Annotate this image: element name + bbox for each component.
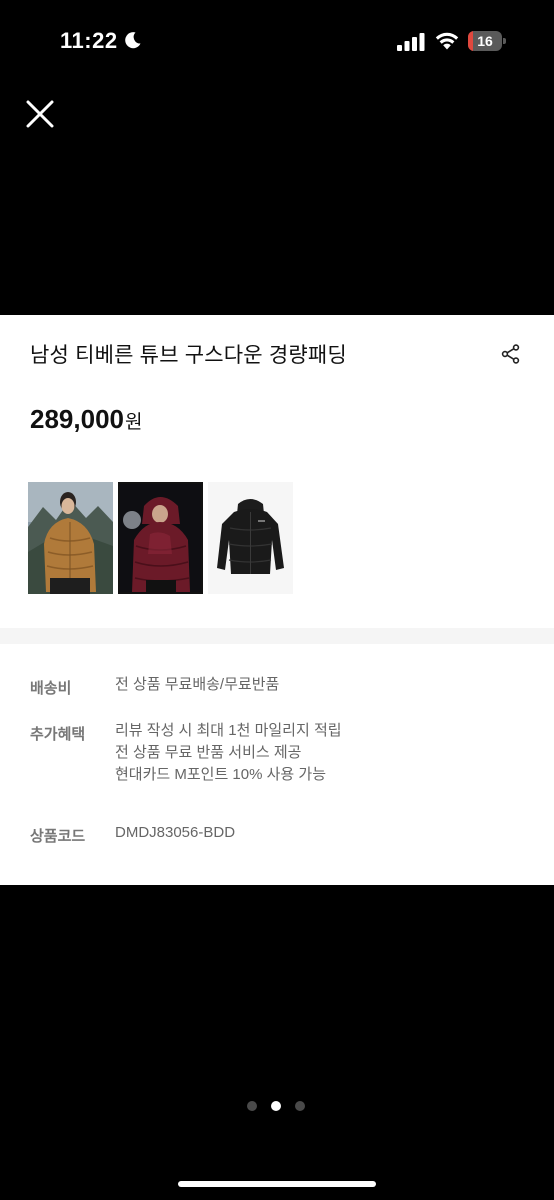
pager-dot[interactable] <box>295 1101 305 1111</box>
product-panel: 남성 티베른 튜브 구스다운 경량패딩 289,000원 배송비 전 상품 무료… <box>0 315 554 885</box>
benefit-item: 현대카드 M포인트 10% 사용 가능 <box>115 766 326 783</box>
product-code-values: DMDJ83056-BDD <box>115 824 235 847</box>
pager-dot-active[interactable] <box>271 1101 281 1111</box>
battery-body: 16 <box>468 31 502 51</box>
product-title: 남성 티베른 튜브 구스다운 경량패딩 <box>30 344 347 367</box>
thumbnail-burgundy-jacket[interactable] <box>118 482 203 594</box>
thumbnail-camel-jacket[interactable] <box>28 482 113 594</box>
close-icon <box>26 100 54 128</box>
signal-icon <box>397 33 425 51</box>
shipping-label: 배송비 <box>30 680 72 697</box>
share-icon[interactable] <box>500 343 522 365</box>
battery-level: 16 <box>477 33 493 49</box>
price-currency: 원 <box>124 412 143 433</box>
close-button[interactable] <box>22 96 58 132</box>
product-code-value: DMDJ83056-BDD <box>115 824 236 841</box>
benefits-values: 리뷰 작성 시 최대 1천 마일리지 적립 전 상품 무료 반품 서비스 제공 … <box>115 722 342 789</box>
shipping-values: 전 상품 무료배송/무료반품 <box>115 676 279 699</box>
status-time: 11:22 <box>60 28 118 53</box>
home-indicator[interactable] <box>178 1181 376 1187</box>
product-code-label: 상품코드 <box>30 828 86 845</box>
status-bar: 11:22 16 <box>0 0 554 84</box>
moon-icon <box>125 32 141 49</box>
wifi-icon <box>435 32 459 50</box>
thumbnail-black-jacket[interactable] <box>208 482 293 594</box>
product-price: 289,000원 <box>30 404 142 435</box>
image-pager <box>247 1101 309 1111</box>
price-amount: 289,000 <box>30 404 124 434</box>
shipping-value: 전 상품 무료배송/무료반품 <box>115 676 280 693</box>
benefits-label: 추가혜택 <box>30 726 86 743</box>
pager-dot[interactable] <box>247 1101 257 1111</box>
title-row: 남성 티베른 튜브 구스다운 경량패딩 <box>30 339 524 371</box>
battery-cap <box>503 38 506 44</box>
section-divider <box>0 628 554 644</box>
battery-icon: 16 <box>468 31 506 51</box>
